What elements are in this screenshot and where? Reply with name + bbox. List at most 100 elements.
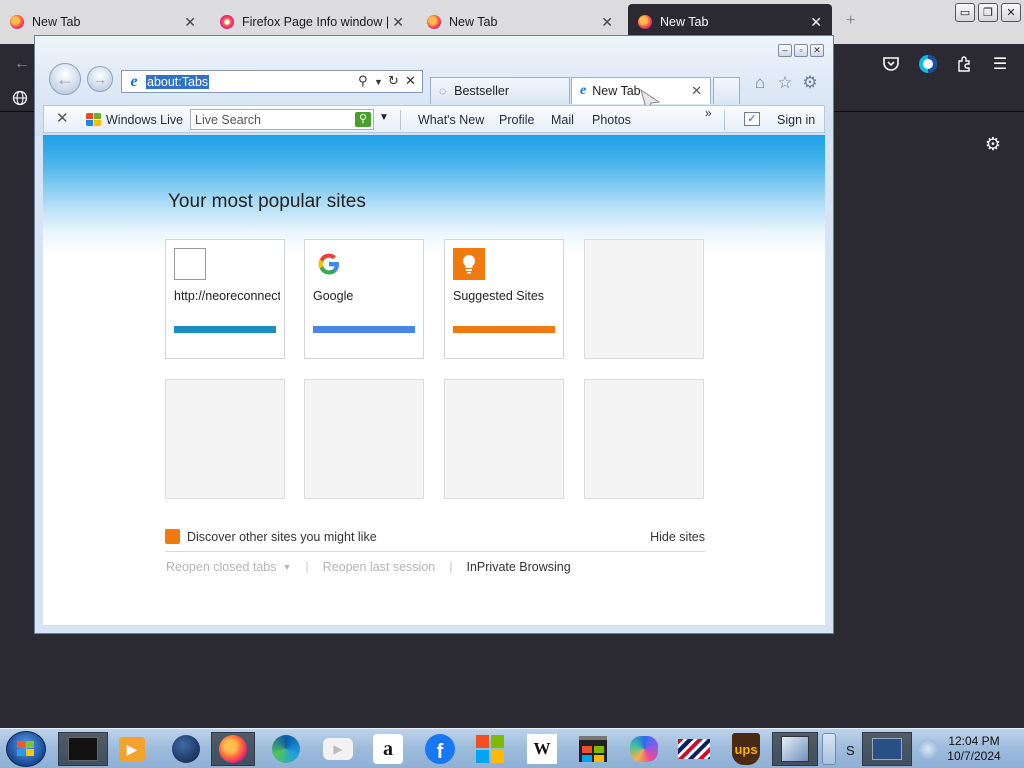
tray-sound-icon[interactable] (918, 739, 938, 759)
ie-tab-title: Bestseller (454, 84, 510, 98)
checkbox-icon[interactable]: ✓ (744, 112, 760, 126)
close-tab-icon[interactable]: ✕ (392, 14, 404, 31)
favorites-star-icon[interactable]: ☆ (774, 72, 796, 94)
taskbar-scroll-handle[interactable] (822, 733, 836, 765)
dropdown-caret-icon[interactable]: ▼ (374, 77, 383, 87)
taskbar-ups[interactable]: ups (724, 732, 768, 766)
start-button[interactable] (6, 731, 46, 767)
bank-of-america-icon (678, 739, 710, 759)
search-dropdown-icon[interactable]: ▼ (379, 112, 389, 123)
site-tile-empty[interactable] (584, 239, 704, 359)
site-tile-suggested-sites[interactable]: Suggested Sites (444, 239, 564, 359)
session-links: Reopen closed tabs ▼ | Reopen last sessi… (166, 560, 571, 574)
taskbar-edge[interactable] (264, 732, 308, 766)
sign-in-link[interactable]: Sign in (777, 113, 815, 127)
ie-maximize-button[interactable]: ▫ (794, 44, 808, 57)
globe-icon[interactable] (8, 86, 32, 110)
taskbar-globe[interactable] (164, 732, 208, 766)
firefox-tab-title: Firefox Page Info window | F (242, 15, 392, 29)
page-title: Your most popular sites (168, 191, 366, 212)
ie-tab-bestseller[interactable]: ◌ Bestseller (430, 77, 570, 104)
taskbar-media-player[interactable]: ▶ (110, 732, 154, 766)
close-toolbar-icon[interactable]: ✕ (56, 109, 69, 127)
media-player-icon: ▶ (119, 737, 145, 761)
taskbar-youtube[interactable]: ▶ (316, 732, 360, 766)
address-url[interactable]: about:Tabs (146, 74, 210, 89)
site-tile-google[interactable]: Google (304, 239, 424, 359)
close-tab-icon[interactable]: ✕ (184, 14, 196, 31)
ie-new-tab-button[interactable] (713, 77, 740, 104)
restore-button[interactable]: ❐ (978, 3, 998, 22)
ie-forward-button[interactable]: → (87, 66, 113, 92)
store-bag-icon (579, 736, 607, 762)
google-icon (313, 248, 345, 280)
taskbar-network-app[interactable] (862, 732, 912, 766)
ie-caption-buttons: ‒ ▫ ✕ (778, 44, 824, 57)
pocket-icon[interactable] (879, 52, 903, 76)
reopen-last-session-link[interactable]: Reopen last session (323, 560, 436, 574)
settings-gear-icon[interactable]: ⚙ (981, 132, 1005, 156)
header-gradient-band (43, 135, 825, 255)
minimize-button[interactable]: ▭ (955, 3, 975, 22)
address-bar[interactable]: e about:Tabs ⚲ ▼ ↻ ✕ (121, 70, 423, 93)
new-tab-plus-icon[interactable]: + (846, 12, 855, 30)
close-tab-icon[interactable]: ✕ (810, 14, 822, 31)
ie-minimize-button[interactable]: ‒ (778, 44, 792, 57)
site-tile-neoreconnect[interactable]: http://neoreconnect... (165, 239, 285, 359)
tools-gear-icon[interactable]: ⚙ (799, 72, 821, 94)
taskbar-copilot[interactable] (622, 732, 666, 766)
inprivate-browsing-link[interactable]: InPrivate Browsing (467, 560, 571, 574)
profile-link[interactable]: Profile (499, 113, 534, 127)
firefox-icon (219, 735, 247, 763)
taskbar-terminal[interactable] (58, 732, 108, 766)
search-icon[interactable]: ⚲ (358, 73, 368, 89)
reopen-closed-tabs-link[interactable]: Reopen closed tabs (166, 560, 277, 574)
discover-sites-row: Discover other sites you might like Hide… (165, 528, 705, 552)
dropdown-caret-icon[interactable]: ▼ (283, 562, 292, 572)
discover-sites-link[interactable]: Discover other sites you might like (187, 530, 377, 544)
windows-live-link[interactable]: Windows Live (106, 113, 183, 127)
ie-close-button[interactable]: ✕ (810, 44, 824, 57)
taskbar-bank-of-america[interactable] (672, 732, 716, 766)
photos-link[interactable]: Photos (592, 113, 631, 127)
firefox-page-info-icon (220, 15, 234, 29)
ie-tab-title: New Tab (592, 84, 641, 98)
whats-new-link[interactable]: What's New (418, 113, 484, 127)
close-tab-icon[interactable]: ✕ (691, 83, 702, 99)
divider: | (305, 560, 309, 574)
firefox-icon (638, 15, 652, 29)
back-arrow-icon[interactable]: ← (10, 52, 34, 76)
firefox-icon (10, 15, 24, 29)
stop-icon[interactable]: ✕ (405, 73, 416, 89)
taskbar-paint[interactable] (772, 732, 818, 766)
taskbar-amazon[interactable]: a (366, 732, 410, 766)
site-tile-empty[interactable] (584, 379, 704, 499)
refresh-icon[interactable]: ↻ (388, 73, 399, 89)
home-icon[interactable]: ⌂ (749, 72, 771, 94)
close-tab-icon[interactable]: ✕ (601, 14, 613, 31)
account-sync-icon[interactable] (916, 52, 940, 76)
overflow-chevron-icon[interactable]: » (705, 106, 712, 120)
taskbar-store[interactable] (571, 732, 615, 766)
site-tile-empty[interactable] (304, 379, 424, 499)
mail-link[interactable]: Mail (551, 113, 574, 127)
ie-window: ‒ ▫ ✕ ← → e about:Tabs ⚲ ▼ ↻ ✕ ◌ Bestsel… (34, 35, 834, 634)
tray-clock[interactable]: 12:04 PM 10/7/2024 (944, 734, 1004, 764)
hamburger-menu-icon[interactable]: ☰ (988, 52, 1012, 76)
paint-icon (781, 736, 809, 762)
back-arrow-icon: ← (56, 68, 74, 89)
taskbar-firefox[interactable] (211, 732, 255, 766)
site-tile-empty[interactable] (444, 379, 564, 499)
site-tile-empty[interactable] (165, 379, 285, 499)
taskbar-facebook[interactable]: f (418, 732, 462, 766)
taskbar-wikipedia[interactable]: W (520, 732, 564, 766)
taskbar-microsoft[interactable] (468, 732, 512, 766)
hide-sites-link[interactable]: Hide sites (650, 530, 705, 544)
close-window-button[interactable]: ✕ (1001, 3, 1021, 22)
firefox-tab-title: New Tab (449, 15, 498, 29)
tile-label: Suggested Sites (453, 289, 545, 303)
live-search-input[interactable]: Live Search ⚲ (190, 109, 374, 130)
search-go-icon[interactable]: ⚲ (355, 112, 371, 127)
extensions-puzzle-icon[interactable] (952, 52, 976, 76)
ie-back-button[interactable]: ← (49, 63, 81, 95)
